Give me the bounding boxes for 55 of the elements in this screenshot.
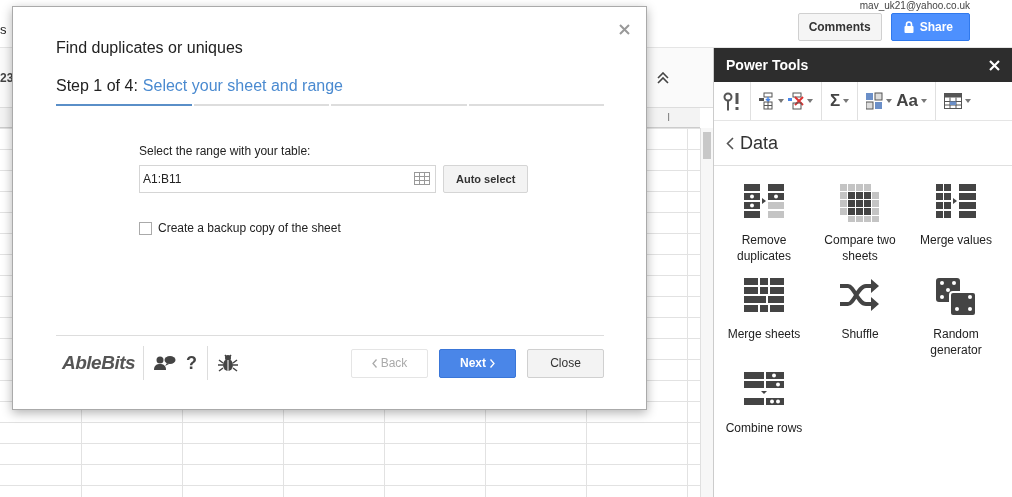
toolbar-button[interactable] (722, 91, 742, 111)
insert-rows-icon (759, 91, 775, 111)
toolbar-button[interactable] (788, 91, 813, 111)
step-name: Select your sheet and range (142, 77, 343, 95)
caret-icon (807, 99, 813, 103)
comments-button[interactable]: Comments (797, 13, 882, 41)
brand-logo[interactable]: AbleBits (56, 346, 144, 380)
tool-button[interactable]: Remove duplicates (716, 184, 812, 264)
lock-icon (903, 21, 914, 33)
collapse-icon[interactable] (657, 71, 669, 84)
tool-button[interactable]: Combine rows (716, 372, 812, 436)
dialog-title: Find duplicates or uniques (56, 39, 244, 57)
panel-title: Power Tools (726, 57, 809, 73)
tool-button[interactable]: Merge values (908, 184, 1004, 264)
chevron-icon (371, 358, 377, 368)
auto-select-button[interactable]: Auto select (443, 165, 529, 193)
range-label: Select the range with your table: (139, 144, 312, 158)
toolbar-button[interactable] (759, 91, 784, 111)
key-icon (722, 91, 742, 111)
toolbar-button[interactable] (866, 91, 893, 111)
toolbar-button[interactable]: Σ (830, 91, 850, 111)
tool-button[interactable]: Merge sheets (716, 278, 812, 358)
backup-label: Create a backup copy of the sheet (158, 221, 341, 235)
caret-icon (778, 99, 784, 103)
toolbar-button[interactable]: Aa (896, 91, 927, 111)
close-button[interactable]: Close (527, 348, 604, 378)
bug-icon[interactable] (218, 354, 239, 372)
caret-icon (843, 99, 850, 103)
range-field[interactable]: A1:B11 (139, 165, 436, 193)
menu-text: s (0, 22, 7, 39)
scrollbar[interactable] (700, 128, 713, 497)
column-label: I (667, 112, 670, 123)
table-icon (943, 91, 962, 111)
toolbar-button[interactable] (943, 91, 971, 111)
next-button[interactable]: Next (439, 348, 516, 378)
back-icon[interactable] (726, 136, 734, 150)
delete-rows-icon (788, 91, 804, 111)
compare-sheets-icon (840, 184, 880, 222)
chevron-icon (490, 358, 495, 368)
account-email[interactable]: mav_uk21@yahoo.co.uk (859, 0, 970, 11)
caret-icon (964, 99, 971, 103)
tool-button[interactable]: Random generator (908, 278, 1004, 358)
grid-blocks-icon (866, 91, 884, 111)
help-button[interactable]: ? (186, 352, 198, 374)
scrollbar-thumb[interactable] (703, 132, 711, 159)
caret-icon (920, 99, 927, 103)
tool-button[interactable]: Shuffle (812, 278, 908, 358)
section-title: Data (740, 132, 779, 154)
backup-checkbox[interactable] (139, 221, 152, 235)
step-counter: Step 1 of 4: (56, 77, 138, 95)
feedback-icon[interactable] (154, 355, 177, 371)
caret-icon (886, 99, 893, 103)
grid-icon[interactable] (414, 172, 430, 185)
dice-icon (936, 278, 976, 316)
tool-button[interactable]: Compare two sheets (812, 184, 908, 264)
